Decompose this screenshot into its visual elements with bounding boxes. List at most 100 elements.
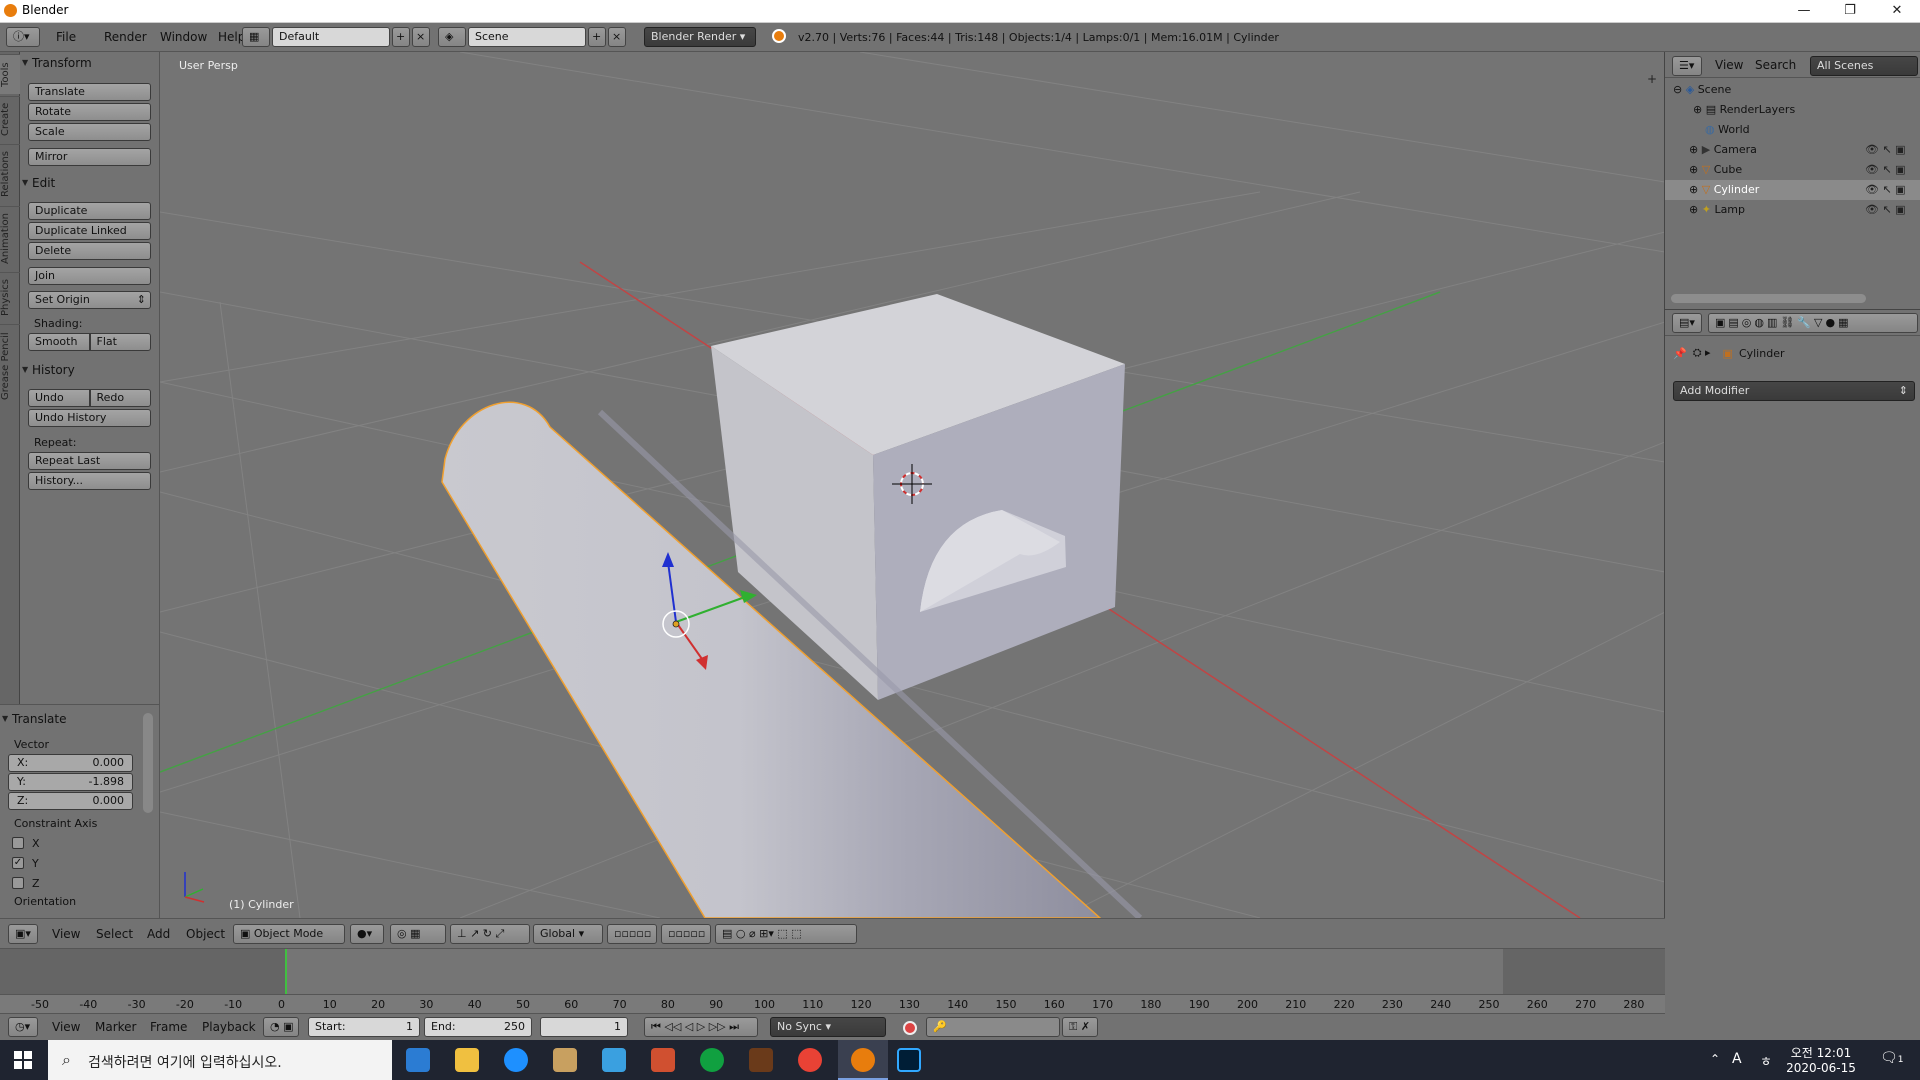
photoshop-icon[interactable] <box>897 1048 921 1072</box>
store-app-icon[interactable] <box>602 1048 626 1072</box>
redo-button[interactable]: Redo <box>89 389 151 407</box>
editor-type-timeline-icon[interactable]: ◷▾ <box>8 1017 38 1037</box>
editor-type-3d-icon[interactable]: ▣▾ <box>8 924 38 944</box>
smooth-button[interactable]: Smooth <box>28 333 90 351</box>
duplicate-linked-button[interactable]: Duplicate Linked <box>28 222 151 240</box>
maximize-button[interactable]: ❐ <box>1827 0 1873 23</box>
sync-select[interactable]: No Sync ▾ <box>770 1017 886 1037</box>
windows-start-icon[interactable] <box>14 1051 32 1069</box>
translate-button[interactable]: Translate <box>28 83 151 101</box>
timeline-menu-view[interactable]: View <box>42 1020 90 1034</box>
add-layout-button[interactable]: + <box>392 27 410 47</box>
playback-controls-icons[interactable]: ⏮ ◁◁ ◁ ▷ ▷▷ ⏭ <box>644 1017 758 1037</box>
layers-left-grid[interactable]: ▫▫▫▫▫ <box>607 924 657 944</box>
outliner-item-world[interactable]: ◍ World <box>1665 120 1920 140</box>
delete-button[interactable]: Delete <box>28 242 151 260</box>
tray-ime-indicator[interactable]: ㅎ <box>1760 1051 1772 1070</box>
editor-type-menu[interactable]: ⓘ▾ <box>6 27 40 47</box>
visibility-icons[interactable]: 👁 ↖ ▣ <box>1865 140 1906 160</box>
messenger-icon[interactable] <box>700 1048 724 1072</box>
misc-toggle-icons[interactable]: ▤ ○ ⌀ ⊞▾ ⬚ ⬚ <box>715 924 857 944</box>
app-icon[interactable] <box>651 1048 675 1072</box>
history-panel-header[interactable]: History <box>20 359 159 381</box>
undo-button[interactable]: Undo <box>28 389 90 407</box>
tab-tools[interactable]: Tools <box>0 54 20 94</box>
keying-set-field[interactable]: 🔑 <box>926 1017 1060 1037</box>
operator-heading[interactable]: Translate <box>0 708 159 730</box>
minecraft-icon[interactable] <box>749 1048 773 1072</box>
menu-add[interactable]: Add <box>137 927 180 941</box>
add-modifier-button[interactable]: Add Modifier ⇕ <box>1673 381 1915 401</box>
pivot-snap-icons[interactable]: ◎ ▦ <box>390 924 446 944</box>
close-button[interactable]: ✕ <box>1874 0 1920 23</box>
vector-x-field[interactable]: X: 0.000 <box>8 754 133 772</box>
orientation-select[interactable]: Global ▾ <box>533 924 603 944</box>
undo-history-button[interactable]: Undo History <box>28 409 151 427</box>
minimize-button[interactable]: — <box>1781 0 1827 23</box>
outliner-item-scene[interactable]: ⊖ ◈ Scene <box>1665 80 1920 100</box>
layout-icon[interactable]: ▦ <box>242 27 270 47</box>
current-frame-field[interactable]: 1 <box>540 1017 628 1037</box>
clock[interactable]: 오전 12:01 2020-06-15 <box>1786 1044 1856 1075</box>
repeat-last-button[interactable]: Repeat Last <box>28 452 151 470</box>
transform-panel-header[interactable]: Transform <box>20 52 159 74</box>
timeline-menu-playback[interactable]: Playback <box>192 1020 266 1034</box>
outliner-filter-select[interactable]: All Scenes <box>1810 56 1918 76</box>
render-engine-select[interactable]: Blender Render ▾ <box>644 27 756 47</box>
pin-icon[interactable]: 📌 <box>1673 347 1687 360</box>
editor-type-outliner-icon[interactable]: ☰▾ <box>1672 56 1702 76</box>
duplicate-button[interactable]: Duplicate <box>28 202 151 220</box>
visibility-icons[interactable]: 👁 ↖ ▣ <box>1865 180 1906 200</box>
mirror-button[interactable]: Mirror <box>28 148 151 166</box>
tray-up-arrow-icon[interactable]: ⌃ <box>1710 1052 1720 1066</box>
menu-object[interactable]: Object <box>176 927 235 941</box>
record-icon[interactable] <box>903 1021 917 1035</box>
delete-scene-button[interactable]: × <box>608 27 626 47</box>
mode-select[interactable]: ▣ Object Mode <box>233 924 345 944</box>
outliner-menu-search[interactable]: Search <box>1745 58 1806 72</box>
file-explorer-icon[interactable] <box>455 1048 479 1072</box>
rotate-button[interactable]: Rotate <box>28 103 151 121</box>
menu-view[interactable]: View <box>42 927 90 941</box>
layers-right-grid[interactable]: ▫▫▫▫▫ <box>661 924 711 944</box>
layout-field[interactable]: Default <box>272 27 390 47</box>
tray-lang-indicator[interactable]: A <box>1732 1051 1742 1067</box>
menu-select[interactable]: Select <box>86 927 143 941</box>
outliner-item-lamp[interactable]: ⊕ ✦ Lamp 👁 ↖ ▣ <box>1665 200 1920 220</box>
delete-layout-button[interactable]: × <box>412 27 430 47</box>
expand-properties-icon[interactable]: + <box>1647 72 1657 86</box>
chrome-icon[interactable] <box>798 1048 822 1072</box>
editor-type-properties-icon[interactable]: ▤▾ <box>1672 313 1702 333</box>
tab-create[interactable]: Create <box>0 96 20 142</box>
internet-explorer-icon[interactable] <box>504 1048 528 1072</box>
menu-file[interactable]: File <box>46 30 86 44</box>
vector-z-field[interactable]: Z: 0.000 <box>8 792 133 810</box>
set-origin-menu[interactable]: Set Origin ⇕ <box>28 291 151 309</box>
tab-grease-pencil[interactable]: Grease Pencil <box>0 324 20 408</box>
frame-cursor[interactable] <box>285 949 287 994</box>
scene-field[interactable]: Scene <box>468 27 586 47</box>
edit-panel-header[interactable]: Edit <box>20 172 159 194</box>
shading-mode-icon[interactable]: ●▾ <box>350 924 384 944</box>
tab-relations[interactable]: Relations <box>0 144 20 204</box>
vector-y-field[interactable]: Y: -1.898 <box>8 773 133 791</box>
taskbar-blender-active[interactable] <box>838 1040 888 1080</box>
visibility-icons[interactable]: 👁 ↖ ▣ <box>1865 160 1906 180</box>
outliner-item-cylinder[interactable]: ⊕ ▽ Cylinder 👁 ↖ ▣ <box>1665 180 1920 200</box>
taskbar-search-box[interactable]: ⌕ 검색하려면 여기에 입력하십시오. <box>48 1040 392 1080</box>
join-button[interactable]: Join <box>28 267 151 285</box>
history-button[interactable]: History... <box>28 472 151 490</box>
constraint-y-checkbox[interactable]: ✓ Y <box>0 853 159 873</box>
3d-viewport[interactable]: User Persp (1) Cylinder + <box>160 52 1665 918</box>
outliner-item-camera[interactable]: ⊕ ▶ Camera 👁 ↖ ▣ <box>1665 140 1920 160</box>
preview-range-icons[interactable]: ◔ ▣ <box>263 1017 299 1037</box>
start-frame-field[interactable]: Start: 1 <box>308 1017 420 1037</box>
menu-render[interactable]: Render <box>94 30 157 44</box>
timeline-area[interactable]: -50 -40 -30 -20 -10 0 10 20 30 40 50 60 70 80 90 100 110… <box>0 948 1665 1014</box>
end-frame-field[interactable]: End: 250 <box>424 1017 532 1037</box>
timeline-menu-frame[interactable]: Frame <box>140 1020 197 1034</box>
outliner-scrollbar[interactable] <box>1671 294 1866 303</box>
scene-icon[interactable]: ◈ <box>438 27 466 47</box>
properties-context-tabs[interactable]: ▣▤◎◍▥⛓🔧▽●▦ <box>1708 313 1918 333</box>
visibility-icons[interactable]: 👁 ↖ ▣ <box>1865 200 1906 220</box>
